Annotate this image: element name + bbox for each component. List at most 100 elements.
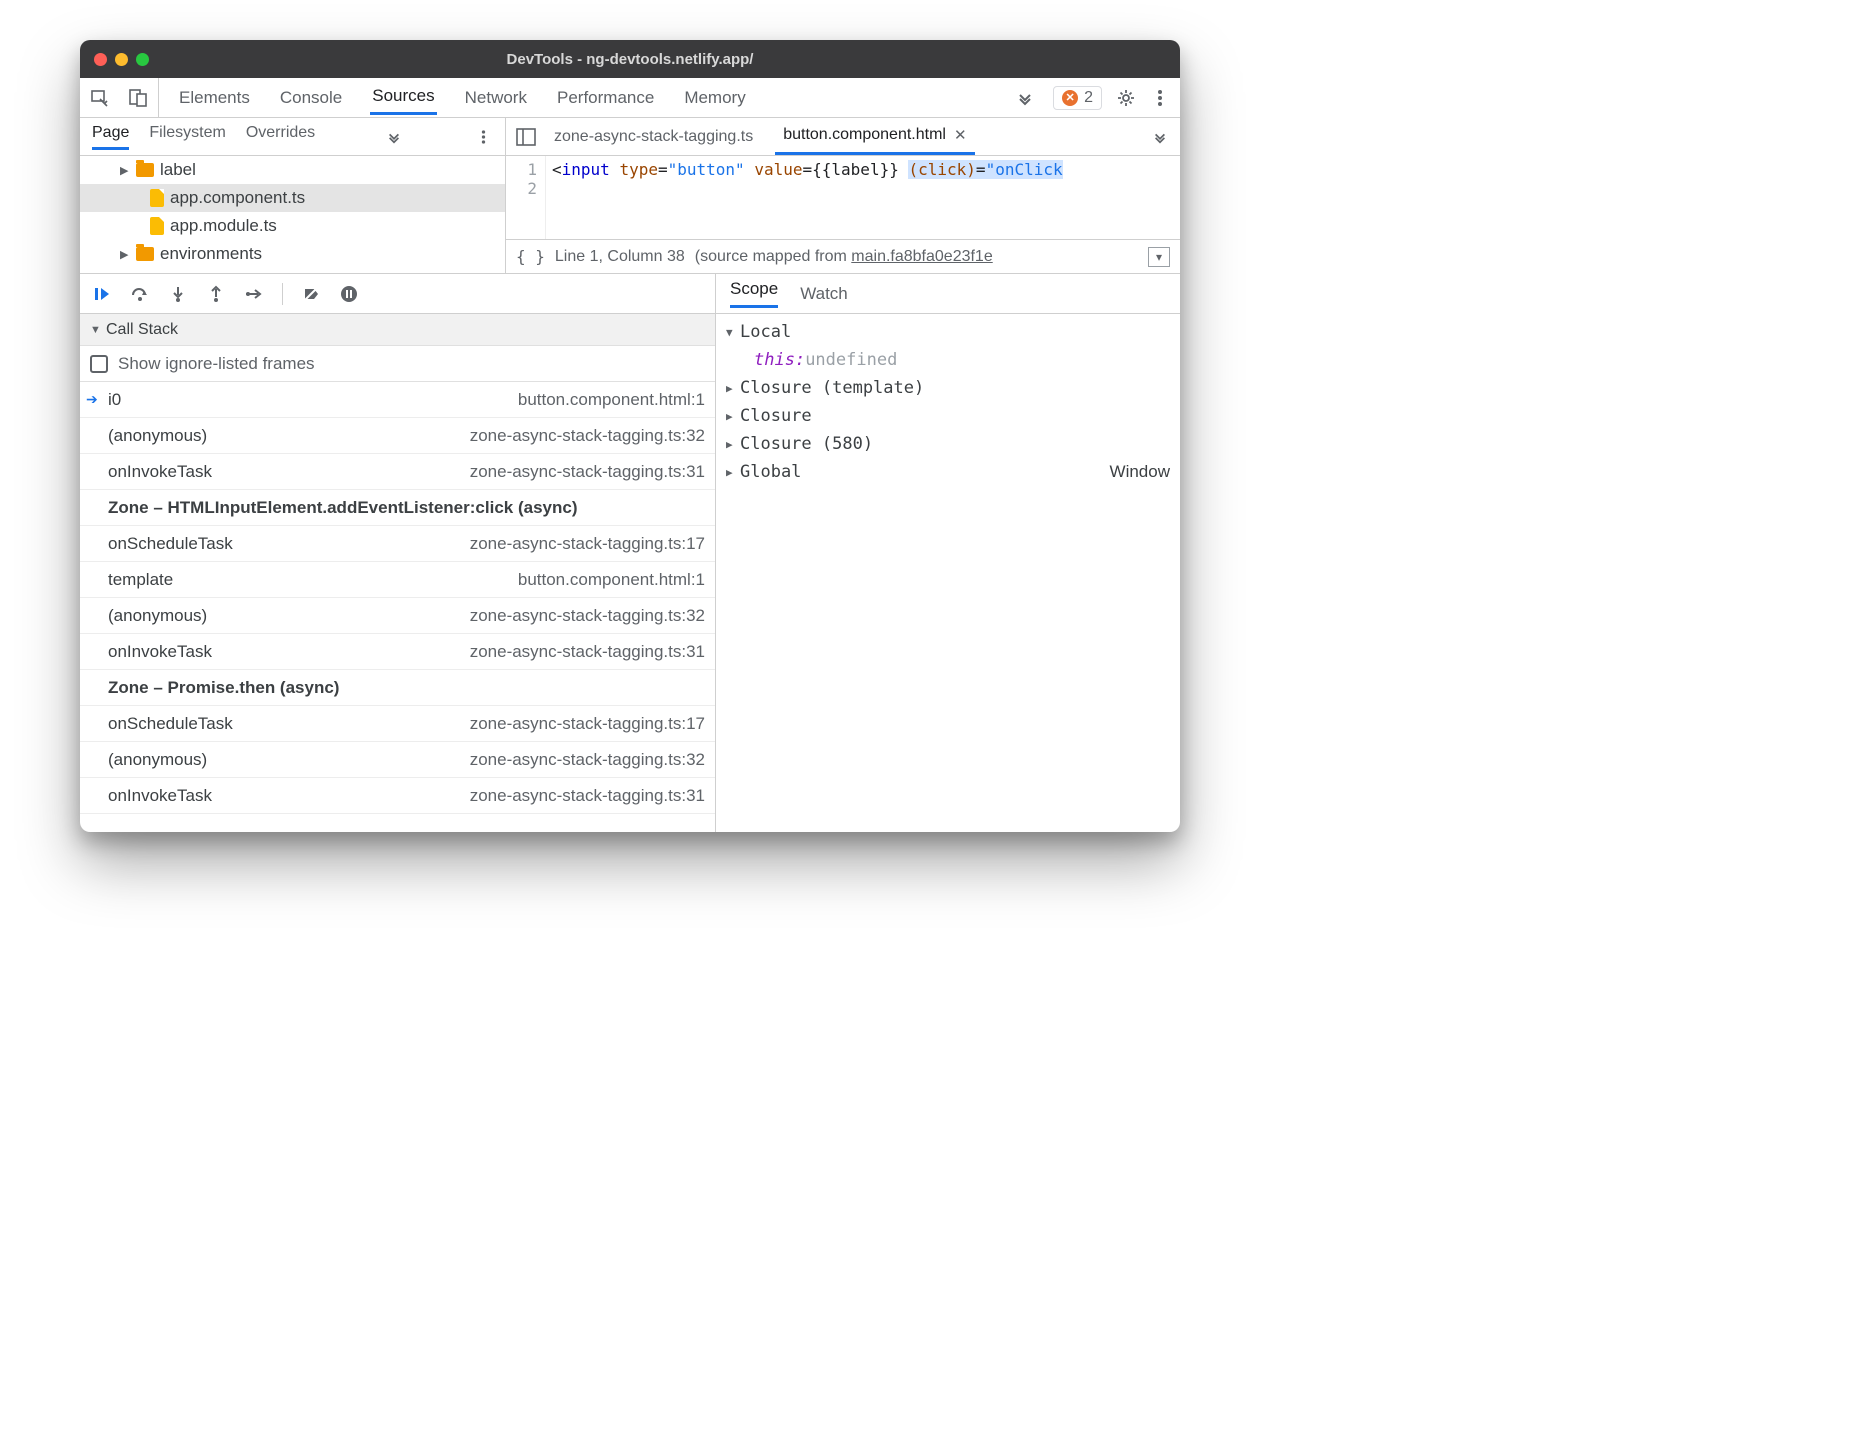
gear-icon[interactable] [1116,88,1136,108]
main-toolbar: Elements Console Sources Network Performance… [80,78,1180,118]
frame-location: zone-async-stack-tagging.ts:31 [470,462,705,482]
editor-tab[interactable]: button.component.html✕ [775,118,974,155]
frame-location: zone-async-stack-tagging.ts:31 [470,786,705,806]
resume-icon[interactable] [92,284,112,304]
scope-tabs: Scope Watch [716,274,1180,314]
stack-frame[interactable]: templatebutton.component.html:1 [80,562,715,598]
scope-item[interactable]: ▶GlobalWindow [726,458,1170,486]
sources-nav-page[interactable]: Page [92,124,129,150]
editor-tabs: zone-async-stack-tagging.ts button.compon… [506,118,1180,155]
stack-frame[interactable]: onScheduleTaskzone-async-stack-tagging.t… [80,526,715,562]
stack-frame[interactable]: onInvokeTaskzone-async-stack-tagging.ts:… [80,634,715,670]
tab-network[interactable]: Network [463,82,529,114]
panel-tabs: Elements Console Sources Network Performance… [159,78,1015,117]
async-divider: Zone – Promise.then (async) [80,670,715,706]
folder-item[interactable]: ▶environments [80,240,505,268]
kebab-menu-icon[interactable] [1150,88,1170,108]
frame-name: (anonymous) [108,426,207,446]
inspect-element-icon[interactable] [90,88,110,108]
step-into-icon[interactable] [168,284,188,304]
stack-frame[interactable]: onInvokeTaskzone-async-stack-tagging.ts:… [80,778,715,814]
stack-frame[interactable]: ➔i0button.component.html:1 [80,382,715,418]
step-over-icon[interactable] [130,284,150,304]
fullscreen-window-icon[interactable] [136,53,149,66]
step-out-icon[interactable] [206,284,226,304]
scope-tab-watch[interactable]: Watch [800,284,848,304]
separator [282,283,283,305]
scope-item[interactable]: ▶Closure (580) [726,430,1170,458]
file-item[interactable]: app.module.ts [80,212,505,240]
scope-item[interactable]: ▼Local [726,318,1170,346]
scope-item[interactable]: ▶Closure (template) [726,374,1170,402]
deactivate-breakpoints-icon[interactable] [301,284,321,304]
scope-key: this: [754,350,805,370]
pause-on-exceptions-icon[interactable] [339,284,359,304]
frame-name: Zone – Promise.then (async) [108,678,339,698]
more-editor-tabs-icon[interactable] [1150,127,1170,147]
toggle-navigator-icon[interactable] [516,127,536,147]
scope-list[interactable]: ▼Localthis: undefined▶Closure (template)… [716,314,1180,832]
code-lines[interactable]: <input type="button" value={{label}} (cl… [546,156,1180,239]
close-icon[interactable]: ✕ [954,126,967,144]
frame-name: onInvokeTask [108,642,212,662]
stack-frame[interactable]: (anonymous)zone-async-stack-tagging.ts:3… [80,742,715,778]
stack-frame[interactable]: onInvokeTaskzone-async-stack-tagging.ts:… [80,454,715,490]
more-subtabs-icon[interactable] [384,127,404,147]
tab-sources[interactable]: Sources [370,80,436,115]
minimize-window-icon[interactable] [115,53,128,66]
more-tabs-icon[interactable] [1015,88,1035,108]
frame-name: Zone – HTMLInputElement.addEventListener… [108,498,577,518]
frame-name: onScheduleTask [108,534,233,554]
sources-content: ▶labelapp.component.ts app.module.ts ▶envi… [80,156,1180,274]
kebab-subtabs-icon[interactable] [473,127,493,147]
frame-location: zone-async-stack-tagging.ts:32 [470,750,705,770]
frame-name: onScheduleTask [108,714,233,734]
line-gutter: 1 2 [506,156,546,239]
step-icon[interactable] [244,284,264,304]
scope-pane: ScopeWatch ▼Localthis: undefined▶Closure… [716,274,1180,832]
tab-memory[interactable]: Memory [682,82,747,114]
filetree-label: app.module.ts [170,216,277,236]
error-badge[interactable]: ✕ 2 [1053,86,1102,110]
source-map-link[interactable]: main.fa8bfa0e23f1e [851,248,992,265]
show-ignored-row[interactable]: Show ignore-listed frames [80,346,715,382]
file-tree[interactable]: ▶labelapp.component.ts app.module.ts ▶envi… [80,156,506,273]
stack-frame[interactable]: onScheduleTask zone-async-stack-tagging.t… [80,706,715,742]
code-body[interactable]: 1 2 <input type="button" value={{label}}… [506,156,1180,239]
sources-nav-filesystem[interactable]: Filesystem [149,124,225,150]
tab-elements[interactable]: Elements [177,82,252,114]
folder-item[interactable]: ▶label [80,156,505,184]
stack-frame[interactable]: (anonymous)zone-async-stack-tagging.ts:3… [80,598,715,634]
stack-frame[interactable]: (anonymous)zone-async-stack-tagging.ts:3… [80,418,715,454]
file-icon [150,217,164,235]
callstack-list[interactable]: ➔i0button.component.html:1(anonymous)zon… [80,382,715,832]
device-toolbar-icon[interactable] [128,88,148,108]
tab-performance[interactable]: Performance [555,82,656,114]
editor-tab[interactable]: zone-async-stack-tagging.ts [546,118,761,155]
tab-console[interactable]: Console [278,82,344,114]
chevron-right-icon: ▶ [726,410,740,423]
frame-location: button.component.html:1 [518,570,705,590]
scope-item[interactable]: this: undefined [726,346,1170,374]
pretty-print-icon[interactable]: { } [516,247,545,266]
toolbar-right: ✕ 2 [1043,86,1180,110]
scope-item[interactable]: ▶Closure [726,402,1170,430]
frame-name: (anonymous) [108,606,207,626]
overflow-indicator-icon[interactable]: ▾ [1148,247,1170,267]
error-count: 2 [1084,89,1093,107]
close-window-icon[interactable] [94,53,107,66]
filetree-label: environments [160,244,262,264]
scope-label: Closure [740,406,812,426]
show-ignored-label: Show ignore-listed frames [118,354,315,374]
sources-nav-overrides[interactable]: Overrides [246,124,315,150]
devtools-window: DevTools - ng-devtools.netlify.app/ Elem… [80,40,1180,832]
checkbox-icon[interactable] [90,355,108,373]
callstack-header[interactable]: ▼ Call Stack [80,314,715,346]
line-number: 2 [506,179,537,198]
callstack-title: Call Stack [106,321,178,339]
callstack-pane: ▼ Call Stack Show ignore-listed frames ➔… [80,274,716,832]
window-title: DevTools - ng-devtools.netlify.app/ [80,51,1180,68]
frame-location: zone-async-stack-tagging.ts:17 [470,714,705,734]
scope-tab-scope[interactable]: Scope [730,279,778,308]
file-item[interactable]: app.component.ts [80,184,505,212]
